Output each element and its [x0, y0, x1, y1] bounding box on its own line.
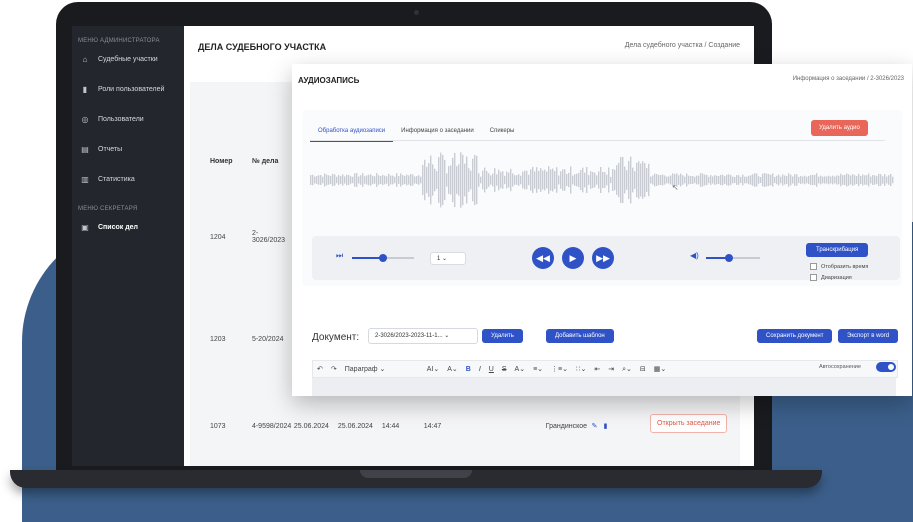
- roles-icon: ▮: [82, 84, 88, 94]
- delete-document-button[interactable]: Удалить: [482, 329, 523, 343]
- table-row: 1073 4-9598/2024 25.06.2024 25.06.2024 1…: [210, 422, 614, 431]
- sidebar-section-secretary: МЕНЮ СЕКРЕТАРЯ: [78, 206, 138, 212]
- bold-icon[interactable]: B: [466, 366, 471, 373]
- sidebar-item-users[interactable]: ◎ Пользователи: [72, 104, 184, 134]
- sidebar-item-courts[interactable]: ⌂ Судебные участки: [72, 44, 184, 74]
- autosave-label: Автосохранение: [819, 364, 861, 370]
- italic-icon[interactable]: I: [479, 366, 481, 373]
- volume-slider[interactable]: [706, 254, 760, 262]
- sidebar-item-label: Статистика: [98, 175, 135, 183]
- delete-audio-button[interactable]: Удалить аудио: [811, 120, 868, 136]
- open-session-button[interactable]: Открыть заседание: [650, 414, 728, 433]
- table-row: 1204 2-3026/2023: [210, 230, 286, 244]
- underline-icon[interactable]: U: [489, 366, 494, 373]
- diarization-checkbox[interactable]: Диаризация: [810, 274, 852, 281]
- sidebar-item-case-list[interactable]: ▣ Список дел: [72, 212, 184, 242]
- page-title: ДЕЛА СУДЕБНОГО УЧАСТКА: [198, 42, 327, 52]
- edit-icon[interactable]: ✎: [592, 422, 602, 430]
- list-icon: ▣: [81, 222, 89, 232]
- breadcrumb[interactable]: Дела судебного участка / Создание: [625, 42, 740, 49]
- paragraph-select[interactable]: Параграф ⌄: [345, 365, 419, 373]
- strikethrough-icon[interactable]: S: [502, 366, 507, 373]
- speed-select[interactable]: 1 ⌄: [430, 252, 466, 265]
- indent-icon[interactable]: ⇥: [608, 365, 614, 373]
- numbered-list-icon[interactable]: ⋮≡⌄: [551, 365, 568, 373]
- building-icon: ⌂: [82, 54, 88, 64]
- font-style-icon[interactable]: A⌄: [447, 365, 458, 373]
- sidebar-item-label: Пользователи: [98, 115, 144, 123]
- save-document-button[interactable]: Сохранить документ: [757, 329, 833, 343]
- report-icon: ▤: [81, 144, 89, 154]
- sidebar-section-admin: МЕНЮ АДМИНИСТРАТОРА: [78, 38, 160, 44]
- sidebar-item-label: Список дел: [98, 223, 138, 231]
- sidebar-item-roles[interactable]: ▮ Роли пользователей: [72, 74, 184, 104]
- tabs-divider: [310, 140, 885, 141]
- search-icon[interactable]: ⌕⌄: [622, 365, 632, 374]
- redo-icon[interactable]: ↷: [331, 365, 337, 373]
- stats-icon: ▥: [81, 174, 89, 184]
- bullet-list-icon[interactable]: ∷⌄: [576, 365, 586, 373]
- play-button[interactable]: ▶: [562, 247, 584, 269]
- volume-icon[interactable]: ◀): [690, 251, 699, 260]
- add-template-button[interactable]: Добавить шаблон: [546, 329, 614, 343]
- rewind-button[interactable]: ◀◀: [532, 247, 554, 269]
- undo-icon[interactable]: ↶: [317, 365, 323, 373]
- sidebar-item-label: Судебные участки: [98, 55, 158, 63]
- column-number[interactable]: Номер: [210, 158, 250, 165]
- trash-icon[interactable]: ▮: [604, 422, 614, 430]
- text-color-icon[interactable]: A⌄: [515, 365, 526, 373]
- sidebar-item-label: Роли пользователей: [98, 85, 165, 93]
- sidebar-item-reports[interactable]: ▤ Отчеты: [72, 134, 184, 164]
- table-header: Номер № дела: [210, 158, 302, 165]
- show-time-checkbox[interactable]: Отобразить время: [810, 263, 868, 270]
- laptop-notch: [360, 470, 472, 478]
- document-label: Документ:: [312, 332, 360, 343]
- table-icon[interactable]: ▦⌄: [654, 365, 666, 373]
- audio-title: АУДИОЗАПИСЬ: [298, 76, 360, 85]
- user-icon: ◎: [81, 114, 89, 124]
- font-size-icon[interactable]: AI⌄: [427, 365, 439, 373]
- autosave-toggle[interactable]: [876, 362, 896, 372]
- editor-toolbar: ↶ ↷ Параграф ⌄ AI⌄ A⌄ B I U S A⌄ ≡⌄ ⋮≡⌄ …: [312, 360, 898, 378]
- export-word-button[interactable]: Экспорт в word: [838, 329, 899, 343]
- document-select[interactable]: 2-3026/2023-2023-11-1... ⌄: [368, 328, 478, 344]
- align-icon[interactable]: ≡⌄: [533, 365, 543, 373]
- table-row: 1203 5-20/2024: [210, 336, 284, 343]
- audio-breadcrumb[interactable]: Информация о заседании / 2-3026/2023: [793, 76, 904, 82]
- sidebar-item-label: Отчеты: [98, 145, 123, 153]
- sidebar-item-stats[interactable]: ▥ Статистика: [72, 164, 184, 194]
- cursor-icon: ↖: [672, 183, 679, 192]
- position-slider[interactable]: [352, 254, 414, 262]
- audio-panel: АУДИОЗАПИСЬ Информация о заседании / 2-3…: [292, 64, 912, 396]
- audio-waveform[interactable]: ↖: [310, 148, 894, 212]
- forward-button[interactable]: ▶▶: [592, 247, 614, 269]
- sidebar: МЕНЮ АДМИНИСТРАТОРА ⌂ Судебные участки ▮…: [72, 26, 184, 466]
- transcribe-button[interactable]: Транскрибация: [806, 243, 869, 257]
- outdent-icon[interactable]: ⇤: [594, 365, 600, 373]
- camera-icon: [414, 10, 419, 15]
- document-editor[interactable]: [312, 378, 896, 396]
- page-break-icon[interactable]: ⊟: [640, 365, 646, 373]
- skip-end-icon[interactable]: ⏭: [336, 251, 343, 261]
